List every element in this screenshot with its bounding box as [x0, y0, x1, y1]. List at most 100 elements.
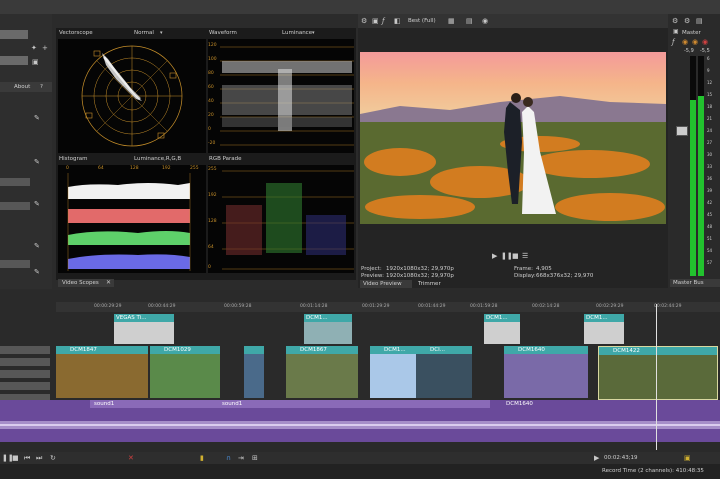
- display-value: 668x376x32; 29,970: [536, 273, 594, 279]
- pin-icon[interactable]: ✎: [34, 158, 40, 166]
- scale-label: 6: [707, 56, 710, 61]
- snapshot-icon[interactable]: ▣: [684, 454, 691, 462]
- fx-icon[interactable]: ƒ: [672, 38, 674, 46]
- start-icon[interactable]: ⏮: [24, 454, 30, 462]
- video-clip[interactable]: DCI...: [416, 346, 472, 398]
- scale-label: 15: [707, 92, 713, 97]
- scale-label: 51: [707, 236, 713, 241]
- master-title: Master: [682, 30, 701, 36]
- end-icon[interactable]: ⏭: [36, 454, 42, 462]
- parameter-row[interactable]: [0, 260, 30, 268]
- clip-label: DCM1422: [613, 348, 640, 354]
- timecode[interactable]: 00:02:43;19: [604, 455, 638, 461]
- track-header[interactable]: [0, 370, 50, 378]
- pin-icon[interactable]: ✎: [34, 114, 40, 122]
- save-icon[interactable]: ▣: [32, 58, 39, 66]
- master-bus-tab[interactable]: Master Bus: [670, 279, 720, 287]
- split-icon[interactable]: ◧: [394, 17, 401, 25]
- playhead[interactable]: [656, 304, 657, 450]
- clip-label: DCM1...: [384, 347, 406, 353]
- arm-icon[interactable]: ◉: [702, 38, 708, 46]
- video-scopes-tab[interactable]: Video Scopes ✕: [58, 279, 114, 287]
- ruler-label: 00:01:29:29: [362, 304, 390, 309]
- pause-icon[interactable]: ❚❚: [501, 252, 513, 260]
- video-clip[interactable]: DCM1867: [286, 346, 358, 398]
- dropdown-chevron-icon[interactable]: ▾: [312, 29, 315, 37]
- scale-label: 30: [707, 152, 713, 157]
- vectorscope-mode[interactable]: Normal: [134, 30, 154, 36]
- overlay-clip[interactable]: DCM1...: [304, 314, 352, 344]
- master-icon: ▣: [673, 28, 679, 35]
- parameter-row[interactable]: [0, 202, 30, 210]
- help-label[interactable]: ?: [40, 84, 43, 90]
- mixer-icon[interactable]: ▤: [696, 17, 703, 25]
- video-clip[interactable]: [244, 346, 264, 398]
- axis-label: 120: [208, 43, 217, 48]
- video-preview-tab[interactable]: Video Preview: [360, 280, 412, 288]
- video-clip[interactable]: DCM1029: [150, 346, 220, 398]
- video-clip[interactable]: DCM1...: [370, 346, 416, 398]
- left-panel-field[interactable]: [0, 56, 28, 65]
- copy-icon[interactable]: ▣: [372, 17, 379, 25]
- about-label[interactable]: About: [14, 84, 30, 90]
- trimmer-tab[interactable]: Trimmer: [418, 281, 441, 287]
- ripple-icon[interactable]: ⇥: [238, 454, 244, 462]
- video-clip[interactable]: DCM1422: [598, 346, 718, 400]
- stop-icon[interactable]: ■: [12, 454, 19, 462]
- master-fader[interactable]: [676, 126, 688, 136]
- pin-icon[interactable]: ✎: [34, 242, 40, 250]
- clip-label: DCM1...: [486, 315, 508, 321]
- video-clip[interactable]: DCM1640: [504, 346, 588, 398]
- timeline-panel: 00:00:29:29 00:00:44:29 00:00:59:28 00:0…: [0, 290, 720, 452]
- quality-select[interactable]: Best (Full): [408, 18, 436, 24]
- pin-icon[interactable]: ✎: [34, 268, 40, 276]
- solo-icon[interactable]: ◉: [692, 38, 698, 46]
- stop-icon[interactable]: ■: [512, 252, 519, 260]
- marker-icon[interactable]: ▮: [200, 454, 204, 462]
- meter-left: [690, 56, 696, 276]
- histogram-mode[interactable]: Luminance,R,G,B: [134, 156, 181, 162]
- left-panel-field[interactable]: [0, 30, 28, 39]
- close-icon[interactable]: ✕: [106, 279, 111, 287]
- parameter-row[interactable]: [0, 178, 30, 186]
- cut-icon[interactable]: ✕: [128, 454, 134, 462]
- snap-icon[interactable]: ∩: [226, 454, 231, 462]
- rgb-parade-title: RGB Parade: [209, 156, 242, 162]
- ruler-label: 00:02:44:29: [654, 304, 682, 309]
- histogram-title: Histogram: [59, 156, 88, 162]
- track-header[interactable]: [0, 382, 50, 390]
- axis-label: 192: [208, 193, 217, 198]
- add-icon[interactable]: +: [42, 44, 48, 52]
- menu-icon[interactable]: ☰: [522, 252, 528, 260]
- wand-icon[interactable]: ✦: [31, 44, 37, 52]
- clip-label: DCM1...: [306, 315, 328, 321]
- dropdown-chevron-icon[interactable]: ▾: [160, 29, 163, 37]
- timeline-ruler[interactable]: 00:00:29:29 00:00:44:29 00:00:59:28 00:0…: [56, 302, 720, 312]
- loop-icon[interactable]: ↻: [50, 454, 56, 462]
- overlay-icon[interactable]: ▤: [466, 17, 473, 25]
- snapshot-icon[interactable]: ◉: [482, 17, 488, 25]
- audio-clip[interactable]: sound1 sound1 DCM1640: [0, 400, 720, 442]
- scale-label: 27: [707, 140, 713, 145]
- mute-icon[interactable]: ◉: [682, 38, 688, 46]
- overlay-clip[interactable]: DCM1...: [484, 314, 520, 344]
- vectorscope-display: [58, 39, 206, 153]
- video-clip[interactable]: DCM1847: [56, 346, 148, 398]
- overlay-clip[interactable]: DCM1...: [584, 314, 624, 344]
- waveform-display: 120 100 80 60 40 20 0 -20: [208, 39, 354, 153]
- scale-label: 54: [707, 248, 713, 253]
- overlay-clip[interactable]: VEGAS Ti...: [114, 314, 174, 344]
- axis-label: 80: [208, 71, 214, 76]
- audio-waveform: [0, 421, 720, 429]
- pin-icon[interactable]: ✎: [34, 200, 40, 208]
- fx-icon[interactable]: ƒ: [382, 17, 384, 25]
- grid-icon[interactable]: ▦: [448, 17, 455, 25]
- play-icon[interactable]: ▶: [492, 252, 497, 260]
- waveform-mode[interactable]: Luminance: [282, 30, 312, 36]
- gear-icon[interactable]: ⚙: [672, 17, 678, 25]
- settings-icon[interactable]: ⚙: [684, 17, 690, 25]
- lock-icon[interactable]: ⊞: [252, 454, 258, 462]
- gear-icon[interactable]: ⚙: [361, 17, 367, 25]
- track-header[interactable]: [0, 358, 50, 366]
- track-header[interactable]: [0, 346, 50, 354]
